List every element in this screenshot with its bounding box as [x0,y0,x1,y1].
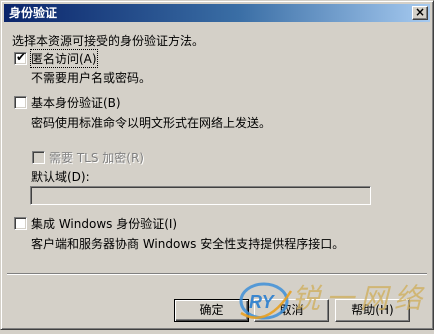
anonymous-access-label[interactable]: 匿名访问(A) [30,49,98,68]
windows-auth-checkbox[interactable] [14,217,27,230]
help-button[interactable]: 帮助(H) [335,299,410,322]
ok-button[interactable]: 确定 [174,299,249,322]
separator-highlight [7,274,427,275]
dialog-title: 身份验证 [9,6,58,20]
default-domain-field[interactable] [30,186,371,205]
basic-auth-description: 密码使用标准命令以明文形式在网络上发送。 [31,116,272,130]
windows-auth-label[interactable]: 集成 Windows 身份验证(I) [31,215,177,232]
close-button[interactable]: × [412,5,428,20]
cancel-button[interactable]: 取消 [254,299,329,322]
title-bar: 身份验证 × [4,4,430,22]
anonymous-access-description: 不需要用户名或密码。 [31,71,152,85]
anonymous-access-checkbox[interactable]: ✔ [14,50,27,65]
checkmark-icon: ✔ [16,50,27,64]
require-tls-label: 需要 TLS 加密(R) [49,151,144,165]
basic-auth-label[interactable]: 基本身份验证(B) [31,94,121,111]
require-tls-checkbox[interactable] [32,151,45,164]
basic-auth-checkbox[interactable] [14,96,27,109]
authentication-dialog: 身份验证 × 选择本资源可接受的身份验证方法。 ✔ 匿名访问(A) 不需要用户名… [0,0,434,330]
windows-auth-description: 客户端和服务器协商 Windows 安全性支持提供程序接口。 [31,237,345,251]
default-domain-label: 默认域(D): [31,170,90,184]
close-icon: × [414,5,426,19]
intro-text: 选择本资源可接受的身份验证方法。 [12,34,205,48]
